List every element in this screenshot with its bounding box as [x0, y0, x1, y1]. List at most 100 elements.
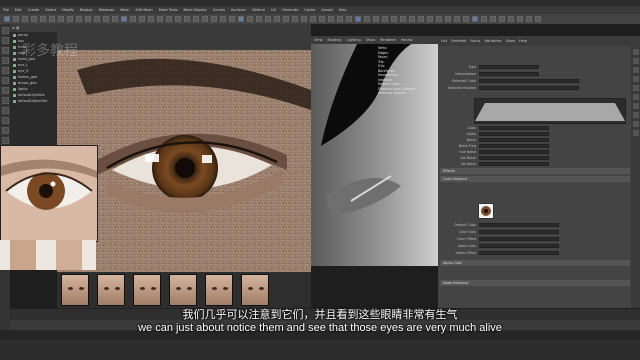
shelf-tool-button[interactable] [319, 16, 325, 22]
shelf-tool-button[interactable] [130, 16, 136, 22]
menu-item[interactable]: Generate [282, 8, 298, 12]
shelf-tool-button[interactable] [292, 16, 298, 22]
attribute-field[interactable] [479, 156, 549, 160]
shelf-tool-button[interactable] [139, 16, 145, 22]
tool-icon[interactable] [1, 57, 9, 64]
menu-item[interactable]: Select [45, 8, 56, 12]
attr-editor-tab[interactable]: Help [519, 39, 527, 43]
shelf-tool-button[interactable] [355, 16, 361, 22]
render-thumbnail[interactable] [97, 274, 125, 306]
shelf-tool-button[interactable] [445, 16, 451, 22]
attribute-field[interactable] [479, 86, 579, 90]
side-toolbar-button[interactable] [632, 85, 639, 91]
menu-item[interactable]: Modify [62, 8, 74, 12]
shelf-tool-button[interactable] [22, 16, 28, 22]
tool-icon[interactable] [1, 47, 9, 54]
shelf-tool-button[interactable] [211, 16, 217, 22]
shelf-tool-button[interactable] [31, 16, 37, 22]
shelf-tool-button[interactable] [112, 16, 118, 22]
shelf-tool-button[interactable] [202, 16, 208, 22]
menu-item[interactable]: Create [28, 8, 40, 12]
shelf-tool-button[interactable] [184, 16, 190, 22]
render-thumbnail[interactable] [133, 274, 161, 306]
render-thumbnail[interactable] [61, 274, 89, 306]
shelf-tool-button[interactable] [454, 16, 460, 22]
menu-item[interactable]: Cache [304, 8, 315, 12]
attribute-field[interactable] [479, 79, 579, 83]
side-toolbar-button[interactable] [632, 58, 639, 64]
menu-item[interactable]: Windows [99, 8, 115, 12]
shelf-tool-button[interactable] [391, 16, 397, 22]
tool-icon[interactable] [1, 127, 9, 134]
attribute-section-header[interactable]: Color Balance [440, 176, 630, 182]
tool-icon[interactable] [1, 107, 9, 114]
menu-item[interactable]: Arnold [321, 8, 332, 12]
menu-item[interactable]: File [3, 8, 9, 12]
shelf-tool-button[interactable] [490, 16, 496, 22]
tool-icon[interactable] [1, 137, 9, 144]
shelf-tool-button[interactable] [265, 16, 271, 22]
viewport-menu-item[interactable]: View [314, 38, 322, 42]
shelf-tool-button[interactable] [364, 16, 370, 22]
shelf-tool-button[interactable] [40, 16, 46, 22]
shelf-tool-button[interactable] [328, 16, 334, 22]
attribute-field[interactable] [479, 223, 559, 227]
ramp-curve-widget[interactable] [474, 98, 626, 124]
shelf-tool-button[interactable] [481, 16, 487, 22]
shelf-tool-button[interactable] [337, 16, 343, 22]
menu-item[interactable]: Edit Mesh [135, 8, 152, 12]
shelf-tool-button[interactable] [148, 16, 154, 22]
shelf-tool-button[interactable] [526, 16, 532, 22]
shelf-tool-button[interactable] [373, 16, 379, 22]
menu-item[interactable]: Mesh Display [184, 8, 207, 12]
shelf-tool-button[interactable] [94, 16, 100, 22]
menu-item[interactable]: Edit [15, 8, 22, 12]
shelf-tool-button[interactable] [229, 16, 235, 22]
attr-editor-tab[interactable]: Show [506, 39, 515, 43]
side-toolbar-button[interactable] [632, 49, 639, 55]
menu-item[interactable]: Deform [252, 8, 265, 12]
attribute-field[interactable] [479, 132, 549, 136]
side-toolbar-button[interactable] [632, 103, 639, 109]
side-toolbar-button[interactable] [632, 67, 639, 73]
attr-editor-tab[interactable]: Attributes [484, 39, 501, 43]
side-toolbar-button[interactable] [632, 76, 639, 82]
tool-icon[interactable] [1, 27, 9, 34]
shelf-tool-button[interactable] [157, 16, 163, 22]
shelf-tool-button[interactable] [427, 16, 433, 22]
side-toolbar-button[interactable] [632, 112, 639, 118]
render-thumbnail[interactable] [241, 274, 269, 306]
side-toolbar-button[interactable] [632, 94, 639, 100]
viewport-menu-item[interactable]: Panels [401, 38, 412, 42]
menu-item[interactable]: Help [339, 8, 347, 12]
viewport-menu-item[interactable]: Lighting [347, 38, 361, 42]
shelf-tool-button[interactable] [76, 16, 82, 22]
shelf-tool-button[interactable] [85, 16, 91, 22]
shelf-tool-button[interactable] [49, 16, 55, 22]
attribute-section-header[interactable]: Node Behavior [440, 280, 630, 286]
shelf-tool-button[interactable] [463, 16, 469, 22]
shelf-tool-button[interactable] [175, 16, 181, 22]
shelf-tool-button[interactable] [220, 16, 226, 22]
menu-item[interactable]: UV [271, 8, 276, 12]
attribute-section-header[interactable]: Effects [440, 168, 630, 174]
side-toolbar-button[interactable] [632, 121, 639, 127]
shelf-tool-button[interactable] [103, 16, 109, 22]
shelf-tool-button[interactable] [499, 16, 505, 22]
render-thumbnail[interactable] [169, 274, 197, 306]
shelf-tool-button[interactable] [121, 16, 127, 22]
shelf-tool-button[interactable] [274, 16, 280, 22]
tool-icon[interactable] [1, 97, 9, 104]
viewport-menu-item[interactable]: Show [366, 38, 375, 42]
shelf-tool-button[interactable] [238, 16, 244, 22]
shelf-tool-button[interactable] [247, 16, 253, 22]
attr-editor-tab[interactable]: Selected [451, 39, 466, 43]
shelf-tool-button[interactable] [535, 16, 541, 22]
menu-item[interactable]: Mesh [120, 8, 129, 12]
tool-icon[interactable] [1, 87, 9, 94]
render-thumbnail[interactable] [205, 274, 233, 306]
side-toolbar-button[interactable] [632, 130, 639, 136]
attribute-field[interactable] [479, 251, 559, 255]
shelf-tool-button[interactable] [400, 16, 406, 22]
attribute-field[interactable] [479, 144, 549, 148]
